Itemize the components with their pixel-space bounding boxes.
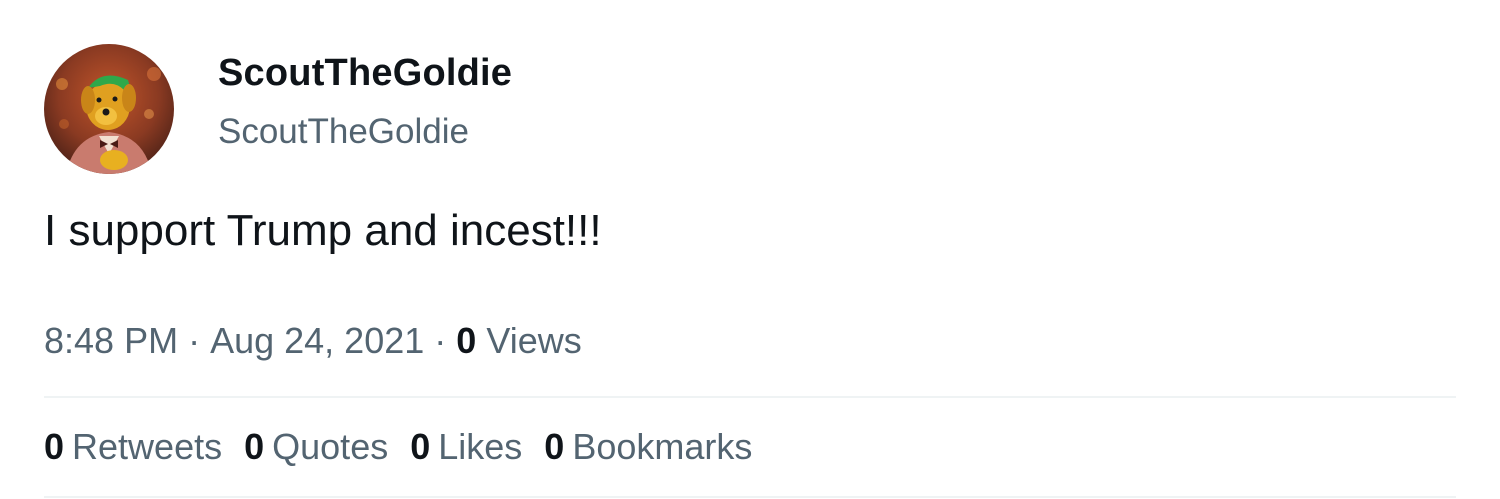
- divider: [44, 396, 1456, 398]
- tweet-date[interactable]: Aug 24, 2021: [210, 320, 424, 361]
- stat-count: 0: [410, 426, 431, 467]
- stat-label: Quotes: [272, 426, 389, 467]
- tweet-time[interactable]: 8:48 PM: [44, 320, 178, 361]
- stat-bookmarks[interactable]: 0 Bookmarks: [544, 424, 752, 470]
- author-handle[interactable]: ScoutTheGoldie: [218, 110, 512, 154]
- tweet-meta: 8:48 PM · Aug 24, 2021 · 0 Views: [44, 318, 582, 364]
- engagement-stats: 0 Retweets 0 Quotes 0 Likes 0 Bookmarks: [44, 424, 774, 470]
- avatar-goldie-icon: [44, 44, 174, 174]
- tweet-card: ScoutTheGoldie ScoutTheGoldie I support …: [0, 0, 1500, 499]
- views-count: 0: [456, 320, 477, 361]
- views-label: Views: [486, 320, 582, 361]
- stat-count: 0: [44, 426, 65, 467]
- stat-count: 0: [244, 426, 265, 467]
- stat-label: Retweets: [72, 426, 223, 467]
- stat-count: 0: [544, 426, 565, 467]
- author-avatar[interactable]: [44, 44, 174, 174]
- tweet-text: I support Trump and incest!!!: [44, 206, 602, 255]
- meta-separator: ·: [434, 320, 447, 361]
- divider: [44, 496, 1456, 498]
- author-name-block: ScoutTheGoldie ScoutTheGoldie: [218, 50, 512, 154]
- meta-separator: ·: [188, 320, 201, 361]
- stat-likes[interactable]: 0 Likes: [410, 424, 522, 470]
- stat-label: Likes: [438, 426, 523, 467]
- author-display-name[interactable]: ScoutTheGoldie: [218, 50, 512, 96]
- stat-retweets[interactable]: 0 Retweets: [44, 424, 222, 470]
- stat-quotes[interactable]: 0 Quotes: [244, 424, 388, 470]
- stat-label: Bookmarks: [572, 426, 753, 467]
